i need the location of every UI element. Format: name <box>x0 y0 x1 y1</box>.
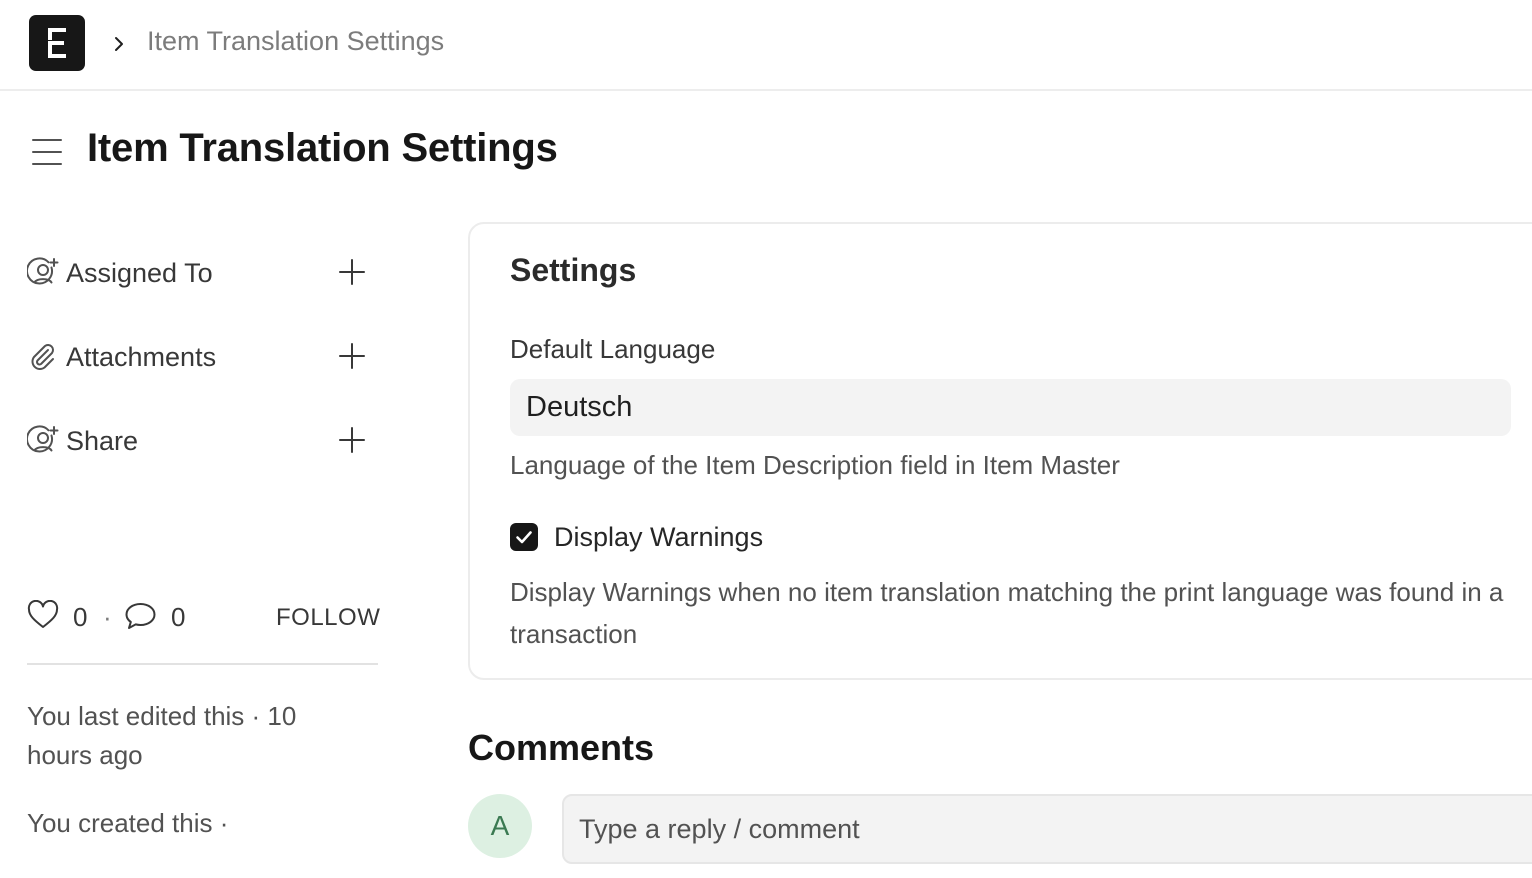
comment-bubble-icon[interactable] <box>124 601 157 631</box>
timeline-last-edited: You last edited this · 10 hours ago <box>27 701 297 770</box>
follow-button[interactable]: FOLLOW <box>276 604 380 632</box>
app-logo[interactable] <box>29 15 85 71</box>
chevron-right-icon <box>115 37 123 51</box>
sidebar-item-label: Share <box>66 426 139 456</box>
default-language-input[interactable] <box>510 379 1511 436</box>
add-attachment-plus-icon[interactable] <box>337 341 367 371</box>
checkmark-icon <box>516 531 532 544</box>
display-warnings-label[interactable]: Display Warnings <box>554 522 763 553</box>
engagement-stats: 0 · 0 FOLLOW <box>27 596 380 636</box>
timeline-created: You created this · <box>27 808 229 838</box>
paperclip-icon <box>31 344 54 370</box>
sidebar-item-share[interactable]: Share <box>27 421 379 461</box>
sidebar-divider <box>27 663 378 665</box>
user-share-icon <box>27 425 59 453</box>
comments-heading: Comments <box>468 727 655 768</box>
section-title: Settings <box>510 252 637 288</box>
settings-card: Settings Default Language Language of th… <box>468 222 1532 680</box>
display-warnings-description: Display Warnings when no item translatio… <box>510 577 1504 649</box>
heart-icon[interactable] <box>27 600 59 630</box>
avatar: A <box>468 794 532 858</box>
sidebar-item-attachments[interactable]: Attachments <box>27 337 379 377</box>
comment-count: 0 <box>171 602 186 632</box>
sidebar-item-assigned-to[interactable]: Assigned To <box>27 253 379 293</box>
like-count: 0 <box>73 602 88 632</box>
breadcrumb-current[interactable]: Item Translation Settings <box>147 26 444 57</box>
navbar: Item Translation Settings <box>0 0 1532 91</box>
sidebar-item-label: Assigned To <box>66 258 213 288</box>
add-assignee-plus-icon[interactable] <box>337 257 367 287</box>
user-add-icon <box>27 257 59 285</box>
default-language-description: Language of the Item Description field i… <box>510 450 1120 480</box>
default-language-label: Default Language <box>510 334 716 364</box>
add-share-plus-icon[interactable] <box>337 425 367 455</box>
hamburger-menu-icon[interactable] <box>32 137 62 167</box>
display-warnings-checkbox[interactable] <box>510 523 538 551</box>
comment-input[interactable] <box>562 794 1532 864</box>
page-title: Item Translation Settings <box>87 126 558 170</box>
sidebar-item-label: Attachments <box>66 342 217 372</box>
logo-e-icon <box>48 28 66 58</box>
separator-dot: · <box>103 602 112 632</box>
